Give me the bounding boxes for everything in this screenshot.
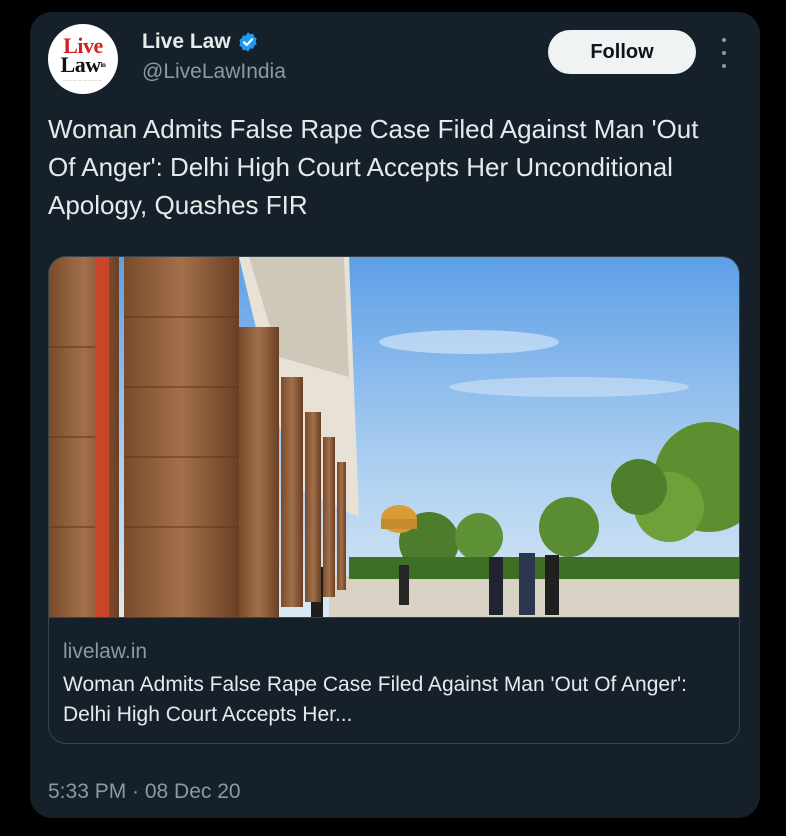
link-preview-card[interactable]: livelaw.in Woman Admits False Rape Case … <box>48 256 740 744</box>
link-title: Woman Admits False Rape Case Filed Again… <box>63 673 687 726</box>
author-handle[interactable]: @LiveLawIndia <box>142 60 286 84</box>
article-image[interactable] <box>49 257 739 617</box>
follow-button[interactable]: Follow <box>548 30 696 74</box>
more-vertical-icon[interactable] <box>716 38 732 68</box>
tweet-text: Woman Admits False Rape Case Filed Again… <box>48 114 699 220</box>
logo-tagline: ———————— <box>63 76 103 82</box>
verified-badge-icon <box>237 31 259 53</box>
link-domain: livelaw.in <box>63 640 148 663</box>
tweet-timestamp[interactable]: 5:33 PM · 08 Dec 20 <box>48 780 241 804</box>
logo-text-law: Lawin <box>60 51 106 77</box>
author-name-row: Live Law <box>142 30 259 54</box>
display-name[interactable]: Live Law <box>142 30 231 54</box>
avatar[interactable]: Live Lawin ———————— <box>48 24 118 94</box>
link-preview-meta[interactable]: livelaw.in Woman Admits False Rape Case … <box>49 617 739 743</box>
tweet-card: Live Lawin ———————— Live Law @LiveLawInd… <box>30 12 760 818</box>
